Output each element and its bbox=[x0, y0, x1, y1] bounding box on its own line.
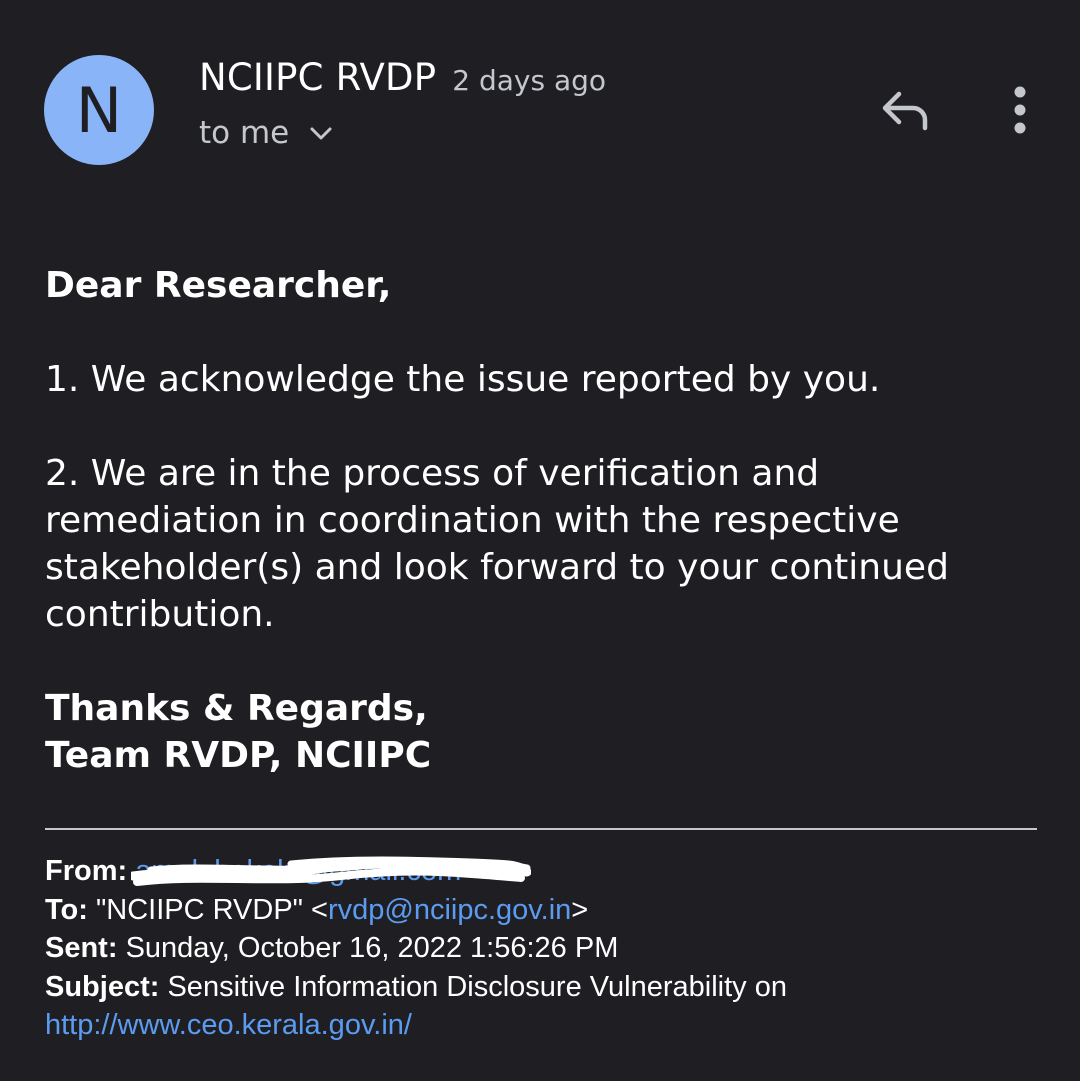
redacted-sender-email[interactable]: amolehakolu@gmail.com bbox=[131, 852, 532, 891]
more-options-button[interactable] bbox=[995, 84, 1045, 140]
sender-name[interactable]: NCIIPC RVDP bbox=[199, 56, 436, 99]
redaction-scribble bbox=[131, 856, 532, 886]
email-header: N NCIIPC RVDP 2 days ago to me bbox=[0, 0, 1080, 200]
quoted-subject-link-row: http://www.ceo.kerala.gov.in/ bbox=[45, 1006, 1055, 1045]
avatar-letter: N bbox=[75, 73, 123, 147]
team-signature: Team RVDP, NCIIPC bbox=[45, 735, 432, 776]
sender-avatar[interactable]: N bbox=[44, 55, 154, 165]
sender-row: NCIIPC RVDP 2 days ago bbox=[199, 56, 606, 99]
sent-time: 2 days ago bbox=[452, 64, 607, 97]
subject-label: Subject: bbox=[45, 970, 160, 1003]
quoted-message-header: From: amolehakolu@gmail.com To: "NCIIPC … bbox=[45, 852, 1055, 1045]
quoted-to-row: To: "NCIIPC RVDP" <rvdp@nciipc.gov.in> bbox=[45, 891, 1055, 930]
to-name: "NCIIPC RVDP" < bbox=[96, 893, 328, 926]
reply-icon bbox=[877, 88, 933, 137]
recipient-details-toggle[interactable]: to me bbox=[199, 115, 335, 151]
to-label: To: bbox=[45, 893, 88, 926]
to-email-link[interactable]: rvdp@nciipc.gov.in bbox=[328, 894, 571, 926]
quoted-subject-row: Subject: Sensitive Information Disclosur… bbox=[45, 968, 1055, 1007]
quoted-from-row: From: amolehakolu@gmail.com bbox=[45, 852, 1055, 891]
to-me-label: to me bbox=[199, 115, 290, 151]
quoted-sent-row: Sent: Sunday, October 16, 2022 1:56:26 P… bbox=[45, 929, 1055, 968]
quoted-divider bbox=[45, 828, 1037, 830]
signoff: Thanks & Regards, bbox=[45, 688, 428, 729]
reply-button[interactable] bbox=[870, 84, 940, 140]
from-label: From: bbox=[45, 855, 128, 887]
email-body: Dear Researcher, 1. We acknowledge the i… bbox=[45, 262, 1045, 779]
sent-value: Sunday, October 16, 2022 1:56:26 PM bbox=[125, 932, 619, 964]
more-vert-icon bbox=[1012, 85, 1028, 140]
subject-link[interactable]: http://www.ceo.kerala.gov.in/ bbox=[45, 1009, 412, 1041]
chevron-down-icon bbox=[307, 119, 335, 147]
paragraph-1: 1. We acknowledge the issue reported by … bbox=[45, 359, 881, 400]
greeting: Dear Researcher, bbox=[45, 265, 392, 306]
subject-value: Sensitive Information Disclosure Vulnera… bbox=[167, 970, 787, 1003]
sent-label: Sent: bbox=[45, 932, 118, 964]
to-close-bracket: > bbox=[571, 893, 589, 926]
paragraph-2: 2. We are in the process of verification… bbox=[45, 453, 949, 635]
